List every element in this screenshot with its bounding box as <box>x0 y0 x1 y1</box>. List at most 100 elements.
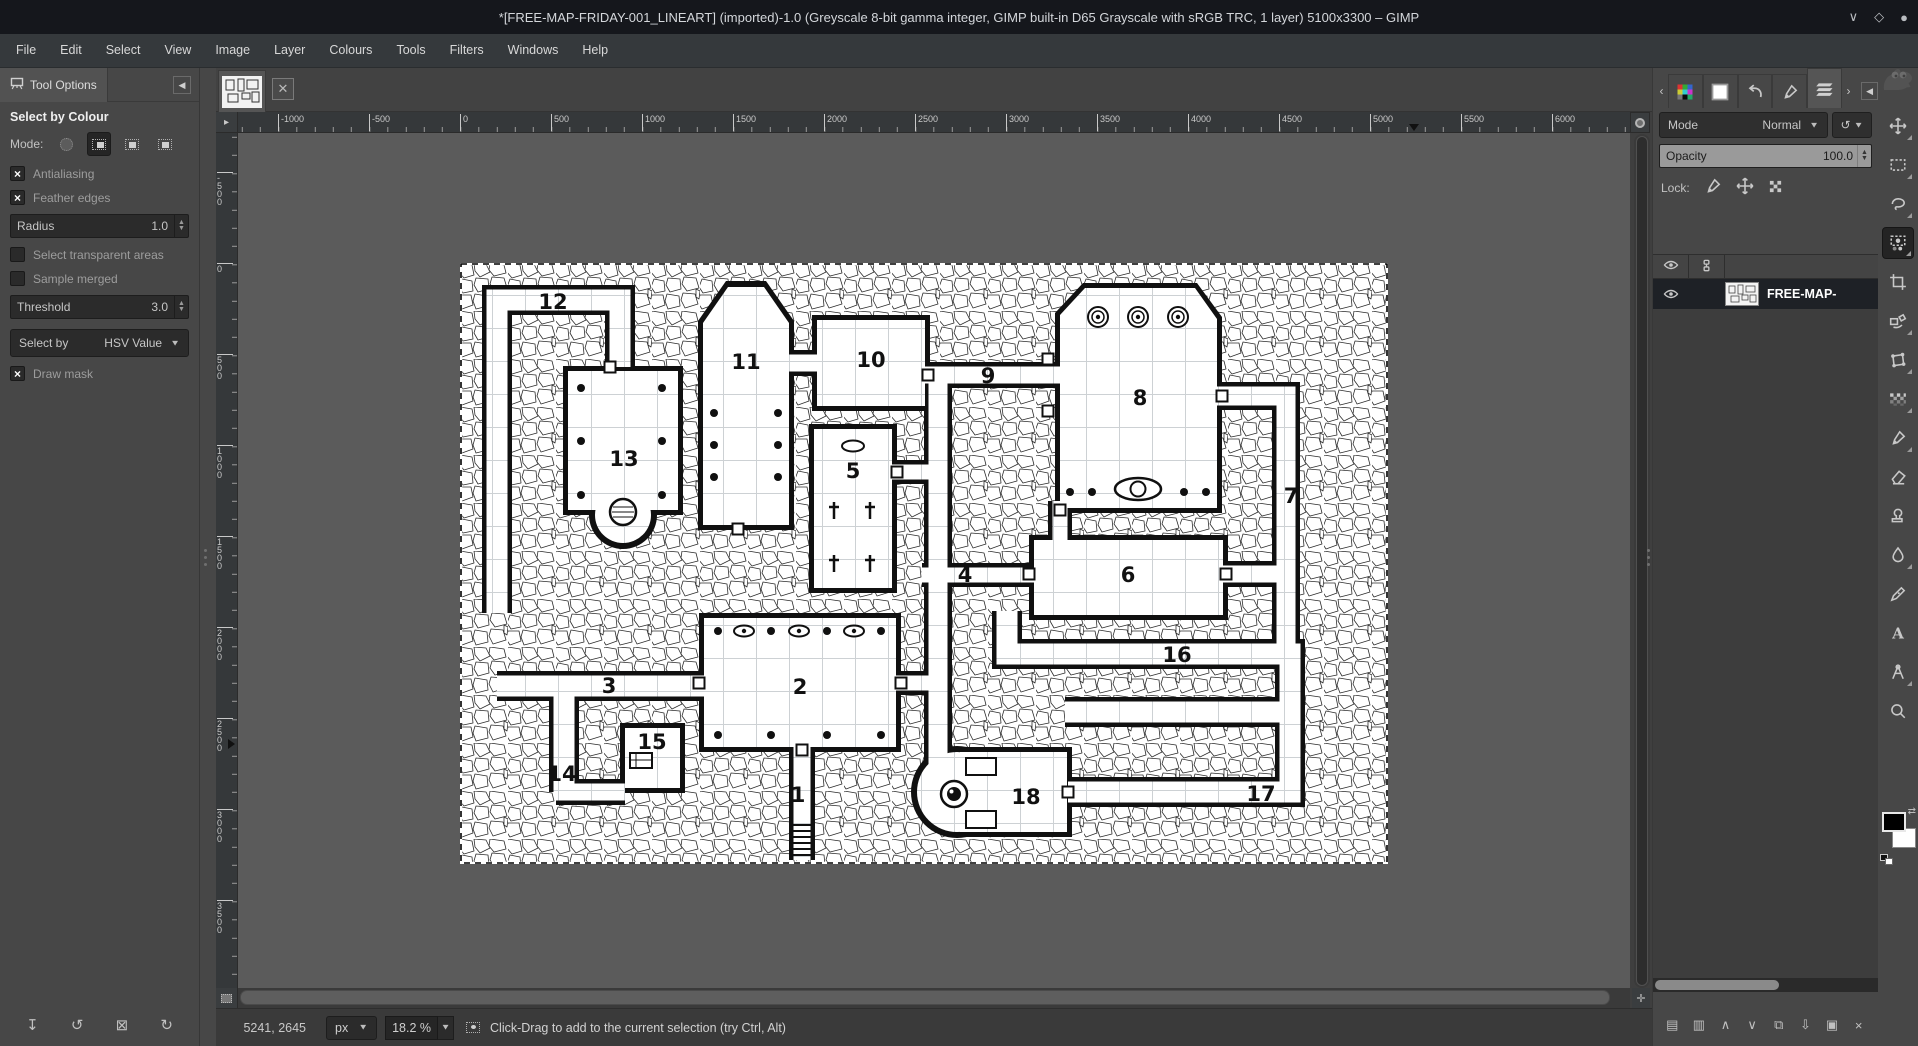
menu-edit[interactable]: Edit <box>48 34 94 67</box>
delete-tool-preset-button[interactable]: ⊠ <box>110 1013 134 1037</box>
close-view-icon[interactable]: ✕ <box>272 78 294 100</box>
merge-down-button[interactable]: ⇩ <box>1794 1014 1816 1036</box>
menu-image[interactable]: Image <box>203 34 262 67</box>
link-column-header[interactable] <box>1689 255 1725 278</box>
tool-text[interactable]: A <box>1882 617 1914 649</box>
layer-list-scrollbar[interactable] <box>1653 978 1878 992</box>
maximize-icon[interactable]: ◇ <box>1874 9 1884 25</box>
tool-eraser[interactable] <box>1882 461 1914 493</box>
tool-measure[interactable] <box>1882 656 1914 688</box>
dock-tab-fg-bg-color[interactable] <box>1703 74 1738 108</box>
tool-gradient[interactable] <box>1882 383 1914 415</box>
opacity-slider[interactable]: Opacity 100.0 ▲▼ <box>1659 144 1872 168</box>
dock-tab-paintbrush[interactable] <box>1772 74 1807 108</box>
menu-file[interactable]: File <box>4 34 48 67</box>
menu-select[interactable]: Select <box>94 34 153 67</box>
checkbox-icon[interactable] <box>10 247 25 262</box>
layer-mode-dropdown[interactable]: Mode Normal ▼ <box>1659 112 1828 138</box>
checkbox-icon[interactable]: × <box>10 166 25 181</box>
checkbox-icon[interactable]: × <box>10 366 25 381</box>
horizontal-scrollbar-thumb[interactable] <box>240 990 1610 1005</box>
dock-tab-layers[interactable] <box>1807 68 1842 108</box>
duplicate-layer-button[interactable]: ⧉ <box>1768 1014 1790 1036</box>
minimize-icon[interactable]: ∨ <box>1849 9 1859 25</box>
opacity-spinner[interactable]: ▲▼ <box>1857 145 1871 167</box>
radius-spinner[interactable]: ▲▼ <box>174 215 188 237</box>
tool-paintbrush[interactable] <box>1882 422 1914 454</box>
lock-position-toggle[interactable] <box>1736 177 1754 198</box>
menu-windows[interactable]: Windows <box>496 34 571 67</box>
zoom-dropdown-button[interactable]: ▼ <box>438 1016 454 1040</box>
menu-filters[interactable]: Filters <box>438 34 496 67</box>
reset-tool-options-button[interactable]: ↻ <box>155 1013 179 1037</box>
dock-splitter-right[interactable] <box>1646 544 1651 570</box>
horizontal-ruler[interactable]: -1000-5000500100015002000250030003500400… <box>238 112 1630 133</box>
swap-colors-icon[interactable]: ⇄ <box>1908 806 1916 817</box>
dock-splitter-left[interactable] <box>203 544 208 570</box>
lock-pixels-toggle[interactable] <box>1704 177 1722 198</box>
unit-dropdown[interactable]: px ▼ <box>326 1016 377 1040</box>
tool-crop[interactable] <box>1882 266 1914 298</box>
restore-tool-preset-button[interactable]: ↺ <box>65 1013 89 1037</box>
tool-ink[interactable] <box>1882 578 1914 610</box>
add-mask-button[interactable]: ▣ <box>1821 1014 1843 1036</box>
tool-clone[interactable] <box>1882 500 1914 532</box>
menu-view[interactable]: View <box>152 34 203 67</box>
tool-handle-transform[interactable] <box>1882 344 1914 376</box>
image-tab-active[interactable] <box>218 70 266 112</box>
delete-layer-button[interactable]: × <box>1848 1014 1870 1036</box>
quick-mask-toggle[interactable] <box>216 988 238 1008</box>
dock-menu-button[interactable]: ◀ <box>1861 82 1878 100</box>
menu-layer[interactable]: Layer <box>262 34 317 67</box>
tabs-scroll-right-icon[interactable]: › <box>1842 74 1855 108</box>
option-antialiasing[interactable]: ×Antialiasing <box>10 166 189 181</box>
tab-tool-options[interactable]: Tool Options <box>0 68 108 102</box>
canvas-image[interactable]: 123456789101112131415161718 <box>460 263 1388 864</box>
navigation-button[interactable]: ✛ <box>1632 988 1650 1008</box>
dock-tab-dashboard[interactable] <box>1668 74 1703 108</box>
image-viewport[interactable]: 123456789101112131415161718 <box>238 133 1630 988</box>
horizontal-scrollbar[interactable] <box>238 988 1630 1008</box>
layer-name[interactable]: FREE-MAP- <box>1767 287 1836 301</box>
foreground-color[interactable] <box>1882 812 1906 832</box>
menu-colours[interactable]: Colours <box>317 34 384 67</box>
dock-tab-undo-history[interactable] <box>1738 74 1773 108</box>
checkbox-icon[interactable]: × <box>10 190 25 205</box>
threshold-spinbox[interactable]: Threshold 3.0 ▲▼ <box>10 295 189 319</box>
new-layer-group-button[interactable]: ▥ <box>1688 1014 1710 1036</box>
close-icon[interactable]: ● <box>1900 10 1908 25</box>
mode-replace-button[interactable] <box>54 132 78 156</box>
mode-subtract-button[interactable] <box>120 132 144 156</box>
vertical-ruler[interactable]: -5000500100015002000250030003500 <box>216 133 238 988</box>
blend-space-button[interactable]: ↺ ▼ <box>1832 112 1872 138</box>
tool-select-by-color[interactable] <box>1882 227 1914 259</box>
raise-layer-button[interactable]: ∧ <box>1715 1014 1737 1036</box>
tool-rectangle-select[interactable] <box>1882 149 1914 181</box>
checkbox-icon[interactable] <box>10 271 25 286</box>
mode-intersect-button[interactable] <box>153 132 177 156</box>
default-colors-icon[interactable] <box>1880 854 1894 866</box>
tool-free-select[interactable] <box>1882 188 1914 220</box>
panel-menu-button[interactable]: ◀ <box>173 76 191 94</box>
visibility-column-header[interactable] <box>1653 255 1689 278</box>
option-sample-merged[interactable]: Sample merged <box>10 271 189 286</box>
ruler-origin-button[interactable]: ▸ <box>216 112 238 133</box>
option-select-transparent-areas[interactable]: Select transparent areas <box>10 247 189 262</box>
zoom-follow-window-button[interactable] <box>1630 112 1650 133</box>
lock-alpha-toggle[interactable] <box>1768 179 1783 197</box>
option-feather-edges[interactable]: ×Feather edges <box>10 190 189 205</box>
tool-zoom[interactable] <box>1882 695 1914 727</box>
tool-smudge[interactable] <box>1882 539 1914 571</box>
save-tool-preset-button[interactable]: ↧ <box>20 1013 44 1037</box>
option-draw-mask[interactable]: ×Draw mask <box>10 366 189 381</box>
select-by-dropdown[interactable]: Select by HSV Value ▼ <box>10 329 189 357</box>
new-layer-button[interactable]: ▤ <box>1661 1014 1683 1036</box>
tool-unified-transform[interactable] <box>1882 305 1914 337</box>
layer-row[interactable]: FREE-MAP- <box>1653 279 1878 309</box>
lower-layer-button[interactable]: ∨ <box>1741 1014 1763 1036</box>
threshold-spinner[interactable]: ▲▼ <box>174 296 188 318</box>
layer-visibility-icon[interactable] <box>1653 286 1689 302</box>
menu-help[interactable]: Help <box>570 34 620 67</box>
zoom-input[interactable]: 18.2 % <box>385 1016 438 1040</box>
menu-tools[interactable]: Tools <box>384 34 437 67</box>
